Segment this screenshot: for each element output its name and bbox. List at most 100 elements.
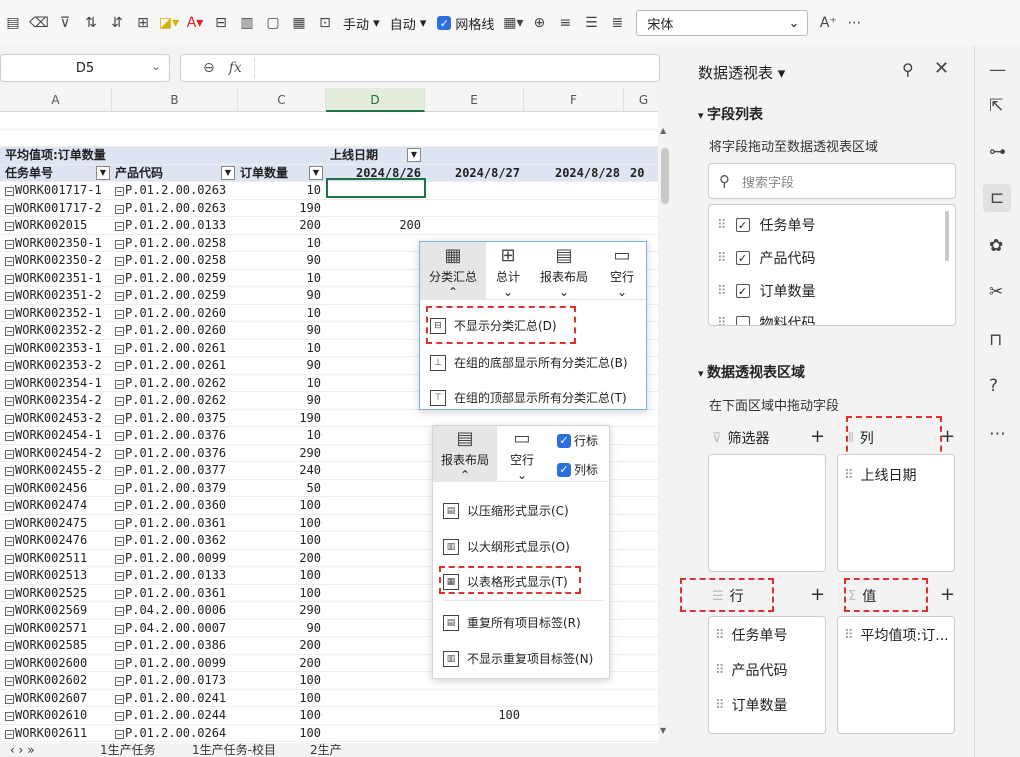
task-id-cell[interactable]: − WORK002607 <box>5 690 111 708</box>
collapse-icon[interactable]: − <box>5 502 14 511</box>
date1-value-cell[interactable] <box>326 410 423 428</box>
drag-handle-icon[interactable]: ⠿ <box>717 284 726 299</box>
product-code-cell[interactable]: − P.01.2.00.0376 <box>115 427 239 445</box>
order-qty-cell[interactable]: 10 <box>238 375 323 393</box>
order-qty-cell[interactable]: 200 <box>238 637 323 655</box>
collapse-icon[interactable]: − <box>5 677 14 686</box>
checkbox-unchecked-icon[interactable] <box>735 316 750 325</box>
filter-icon[interactable]: ⊽ <box>53 11 77 35</box>
product-code-cell[interactable]: − P.01.2.00.0261 <box>115 340 239 358</box>
ai-icon[interactable]: ✿ <box>989 236 1003 256</box>
collapse-icon[interactable]: − <box>5 292 14 301</box>
slider-icon[interactable]: ⊶ <box>989 142 1006 162</box>
collapse-icon[interactable]: − <box>5 397 14 406</box>
collapse-icon[interactable]: − <box>115 607 124 616</box>
pivot-area-title[interactable]: 数据透视表区域 <box>698 362 805 382</box>
order-qty-cell[interactable]: 90 <box>238 620 323 638</box>
date1-value-cell[interactable] <box>326 462 423 480</box>
collapse-icon[interactable]: − <box>5 712 14 721</box>
grand-total-tab[interactable]: ⊞ 总计 ⌄ <box>486 242 530 300</box>
product-code-cell[interactable]: − P.01.2.00.0259 <box>115 270 239 288</box>
product-code-cell[interactable]: − P.01.2.00.0379 <box>115 480 239 498</box>
value-drop-area[interactable]: ⠿ 平均值项:订... <box>837 616 955 734</box>
date1-value-cell[interactable] <box>326 497 423 515</box>
product-code-cell[interactable]: − P.01.2.00.0099 <box>115 655 239 673</box>
product-code-cell[interactable]: − P.01.2.00.0386 <box>115 637 239 655</box>
product-code-cell[interactable]: − P.01.2.00.0260 <box>115 322 239 340</box>
sheet-tab[interactable]: 2生产 <box>310 743 342 757</box>
fill-color-icon[interactable]: ◪▾ <box>157 11 181 35</box>
field-list[interactable]: ⠿ ✓ 任务单号 ⠿ ✓ 产品代码 ⠿ ✓ 订单数量 ⠿ 物料代码 <box>708 204 956 326</box>
date1-value-cell[interactable] <box>326 567 423 585</box>
product-code-cell[interactable]: − P.01.2.00.0259 <box>115 287 239 305</box>
collapse-icon[interactable]: − <box>5 537 14 546</box>
date2-value-cell[interactable] <box>425 690 522 708</box>
order-qty-cell[interactable]: 10 <box>238 427 323 445</box>
task-id-cell[interactable]: − WORK002456 <box>5 480 111 498</box>
date1-value-cell[interactable] <box>326 620 423 638</box>
collapse-icon[interactable]: − <box>5 204 14 214</box>
product-code-cell[interactable]: − P.01.2.00.0173 <box>115 672 239 690</box>
drag-handle-icon[interactable]: ⠿ <box>844 628 853 643</box>
date2-value-cell[interactable] <box>425 182 522 200</box>
collapse-icon[interactable]: − <box>5 519 14 529</box>
sort-desc-icon[interactable]: ⇵ <box>105 11 129 35</box>
date1-value-cell[interactable] <box>326 602 423 620</box>
date1-value-cell[interactable] <box>326 270 423 288</box>
collapse-icon[interactable]: − <box>115 729 124 739</box>
column-header-a[interactable]: A <box>0 88 112 112</box>
order-qty-cell[interactable]: 240 <box>238 462 323 480</box>
collapse-icon[interactable]: − <box>115 484 124 494</box>
collapse-icon[interactable]: − <box>115 397 124 406</box>
collapse-icon[interactable]: − <box>115 187 124 196</box>
task-id-cell[interactable]: − WORK001717-2 <box>5 200 111 218</box>
collapse-icon[interactable]: − <box>5 572 14 581</box>
task-id-cell[interactable]: − WORK002354-1 <box>5 375 111 393</box>
add-column-icon[interactable]: + <box>940 426 955 447</box>
checkbox-checked-icon[interactable]: ✓ <box>735 218 750 232</box>
sheet-tab[interactable]: 1生产任务 <box>100 743 156 757</box>
insert-icon[interactable]: ⊕ <box>527 11 551 35</box>
collapse-icon[interactable]: − <box>5 729 14 739</box>
collapse-icon[interactable]: − <box>115 554 124 564</box>
collapse-icon[interactable]: − <box>115 572 124 581</box>
col-header-checkbox[interactable]: ✓ 列标 <box>557 461 609 478</box>
collapse-icon[interactable]: − <box>115 589 124 599</box>
field-list-title[interactable]: 字段列表 <box>698 104 763 124</box>
order-qty-cell[interactable]: 200 <box>238 655 323 673</box>
collapse-icon[interactable]: − <box>5 484 14 494</box>
subtotal-tab[interactable]: ▦ 分类汇总 ⌃ <box>420 242 486 300</box>
active-cell-d5[interactable] <box>326 178 426 198</box>
column-header-d[interactable]: D <box>326 88 425 112</box>
scroll-down-icon[interactable]: ▼ <box>660 726 666 735</box>
collapse-icon[interactable]: − <box>5 257 14 266</box>
collapse-icon[interactable]: − <box>115 309 124 319</box>
collapse-icon[interactable]: − <box>115 344 124 354</box>
collapse-icon[interactable]: − <box>5 327 14 336</box>
collapse-icon[interactable]: − <box>115 379 124 389</box>
order-qty-cell[interactable]: 100 <box>238 532 323 550</box>
freeze-icon[interactable]: ▥ <box>235 11 259 35</box>
border-icon[interactable]: ⊞ <box>131 11 155 35</box>
collapse-icon[interactable]: − <box>115 432 124 441</box>
more-icon[interactable]: ⋯ <box>842 11 866 35</box>
vertical-scrollbar[interactable]: ▲ ▼ <box>658 88 672 743</box>
collapse-icon[interactable]: − <box>115 537 124 546</box>
product-code-cell[interactable]: − P.01.2.00.0361 <box>115 515 239 533</box>
date2-value-cell[interactable] <box>425 200 522 218</box>
collapse-icon[interactable]: − <box>5 589 14 599</box>
date1-value-cell[interactable] <box>326 322 423 340</box>
filter-dropdown-icon[interactable]: ▼ <box>407 148 421 162</box>
product-code-cell[interactable]: − P.01.2.00.0099 <box>115 550 239 568</box>
checkbox-checked-icon[interactable]: ✓ <box>735 284 750 298</box>
task-id-cell[interactable]: − WORK002352-2 <box>5 322 111 340</box>
date1-value-cell[interactable] <box>326 585 423 603</box>
task-id-cell[interactable]: − WORK002351-1 <box>5 270 111 288</box>
collapse-icon[interactable]: − <box>5 642 14 651</box>
expand-icon[interactable]: ⊡ <box>313 11 337 35</box>
product-code-cell[interactable]: − P.01.2.00.0361 <box>115 585 239 603</box>
task-id-cell[interactable]: − WORK002354-2 <box>5 392 111 410</box>
collapse-icon[interactable]: − <box>115 502 124 511</box>
date1-value-cell[interactable] <box>326 445 423 463</box>
task-id-cell[interactable]: − WORK002453-2 <box>5 410 111 428</box>
